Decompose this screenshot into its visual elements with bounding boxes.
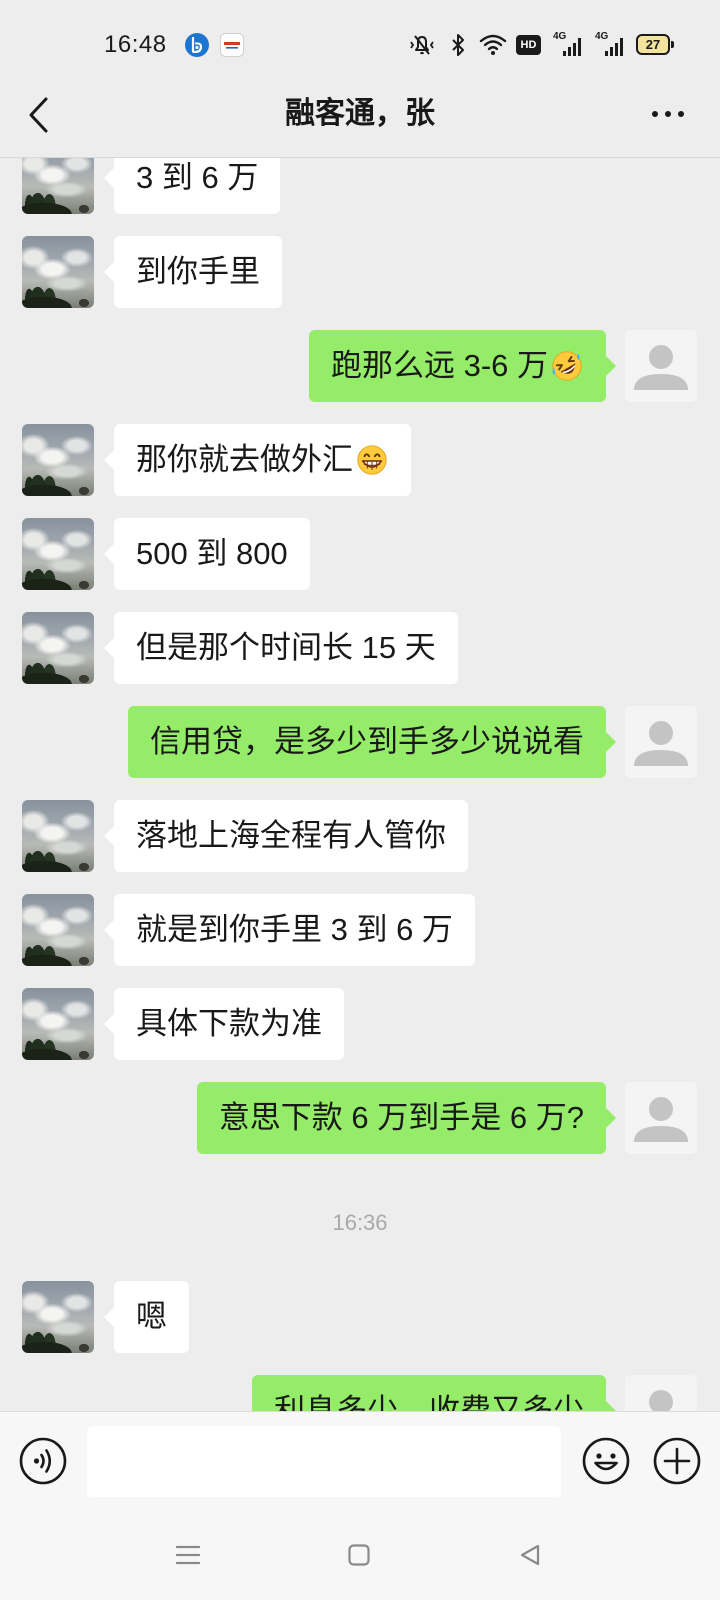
message-bubble[interactable]: 3 到 6 万	[103, 158, 281, 214]
message-bubble[interactable]: 落地上海全程有人管你	[104, 800, 468, 872]
message-bubble[interactable]: 跑那么远 3-6 万	[308, 330, 617, 402]
message-text: 意思下款 6 万到手是 6 万?	[218, 1100, 584, 1135]
my-avatar[interactable]	[625, 706, 697, 778]
message-text: 就是到你手里 3 到 6 万	[136, 912, 453, 947]
signal-icon	[563, 38, 581, 56]
message-row: 3 到 6 万	[0, 158, 720, 214]
home-square-icon[interactable]	[348, 1544, 370, 1566]
message-text: 3 到 6 万	[136, 160, 259, 195]
signal-indicator-sim1: 4G	[553, 31, 581, 57]
message-text: 利息多少，收费又多少	[274, 1393, 584, 1411]
battery-nub	[671, 41, 674, 48]
default-avatar-icon	[625, 1082, 697, 1154]
bluetooth-icon	[452, 34, 464, 56]
contact-avatar[interactable]	[22, 158, 94, 214]
message-text: 嗯	[136, 1299, 167, 1334]
message-row: 跑那么远 3-6 万	[0, 330, 720, 402]
message-row: 具体下款为准	[0, 988, 720, 1060]
signal-indicator-sim2: 4G	[595, 31, 623, 57]
message-list: 3 到 6 万 到你手里 跑那么远 3-6 万 那你就去做外汇 500 到 80…	[0, 158, 720, 1411]
more-dots-icon[interactable]	[651, 107, 685, 121]
battery-icon: 27	[636, 34, 670, 55]
contact-avatar[interactable]	[22, 612, 94, 684]
contact-avatar[interactable]	[22, 988, 94, 1060]
default-avatar-icon	[625, 330, 697, 402]
menu-icon[interactable]	[176, 1543, 200, 1567]
message-row: 落地上海全程有人管你	[0, 800, 720, 872]
my-avatar[interactable]	[625, 1375, 697, 1411]
message-text: 到你手里	[136, 254, 260, 289]
rolling-on-the-floor-laughing-emoji-icon	[552, 351, 582, 381]
message-row: 但是那个时间长 15 天	[0, 612, 720, 684]
chat-history[interactable]: 3 到 6 万 到你手里 跑那么远 3-6 万 那你就去做外汇 500 到 80…	[0, 158, 720, 1411]
input-bar	[0, 1411, 720, 1510]
message-text: 那你就去做外汇	[136, 442, 353, 477]
message-text: 500 到 800	[136, 536, 288, 571]
default-avatar-icon	[625, 706, 697, 778]
status-bar: 16:48 HD 4G 4G 27	[0, 0, 720, 72]
system-nav-bar	[0, 1510, 720, 1600]
message-row: 500 到 800	[0, 518, 720, 590]
message-bubble[interactable]: 意思下款 6 万到手是 6 万?	[196, 1082, 617, 1154]
message-bubble[interactable]: 具体下款为准	[104, 988, 344, 1060]
contact-avatar[interactable]	[22, 1281, 94, 1353]
message-text: 信用贷，是多少到手多少说说看	[150, 724, 584, 759]
message-bubble[interactable]: 但是那个时间长 15 天	[104, 612, 458, 684]
message-row: 信用贷，是多少到手多少说说看	[0, 706, 720, 778]
contact-avatar[interactable]	[22, 236, 94, 308]
chat-title: 融客通，张	[285, 97, 435, 130]
message-row: 利息多少，收费又多少	[0, 1375, 720, 1411]
message-bubble[interactable]: 利息多少，收费又多少	[252, 1375, 616, 1411]
contact-avatar[interactable]	[22, 800, 94, 872]
default-avatar-icon	[625, 1375, 697, 1411]
message-bubble[interactable]: 到你手里	[104, 236, 282, 308]
message-bubble[interactable]: 就是到你手里 3 到 6 万	[104, 894, 475, 966]
contact-avatar[interactable]	[22, 518, 94, 590]
voice-input-icon[interactable]	[18, 1436, 68, 1486]
message-row: 那你就去做外汇	[0, 424, 720, 496]
contact-avatar[interactable]	[22, 424, 94, 496]
message-text: 落地上海全程有人管你	[136, 818, 446, 853]
app-notification-icon	[185, 33, 209, 57]
message-text: 具体下款为准	[136, 1006, 322, 1041]
message-bubble[interactable]: 500 到 800	[104, 518, 310, 590]
app-notification-icon	[220, 33, 244, 57]
my-avatar[interactable]	[625, 1082, 697, 1154]
message-bubble[interactable]: 那你就去做外汇	[104, 424, 411, 496]
chat-timestamp: 16:36	[332, 1210, 388, 1235]
message-input[interactable]	[87, 1426, 561, 1497]
mute-icon	[410, 35, 434, 55]
grinning-face-emoji-icon	[357, 445, 387, 475]
hd-icon: HD	[516, 35, 541, 55]
message-bubble[interactable]: 信用贷，是多少到手多少说说看	[128, 706, 616, 778]
back-triangle-icon[interactable]	[519, 1544, 541, 1566]
message-row: 意思下款 6 万到手是 6 万?	[0, 1082, 720, 1154]
message-text: 但是那个时间长 15 天	[136, 630, 436, 665]
message-bubble[interactable]: 嗯	[104, 1281, 189, 1353]
message-row: 嗯	[0, 1281, 720, 1353]
message-row: 就是到你手里 3 到 6 万	[0, 894, 720, 966]
signal-icon	[605, 38, 623, 56]
emoji-icon[interactable]	[581, 1436, 631, 1486]
message-row: 到你手里	[0, 236, 720, 308]
my-avatar[interactable]	[625, 330, 697, 402]
status-time: 16:48	[104, 31, 167, 58]
message-text: 跑那么远 3-6 万	[330, 348, 548, 383]
wifi-icon	[479, 34, 507, 55]
plus-icon[interactable]	[652, 1436, 702, 1486]
contact-avatar[interactable]	[22, 894, 94, 966]
